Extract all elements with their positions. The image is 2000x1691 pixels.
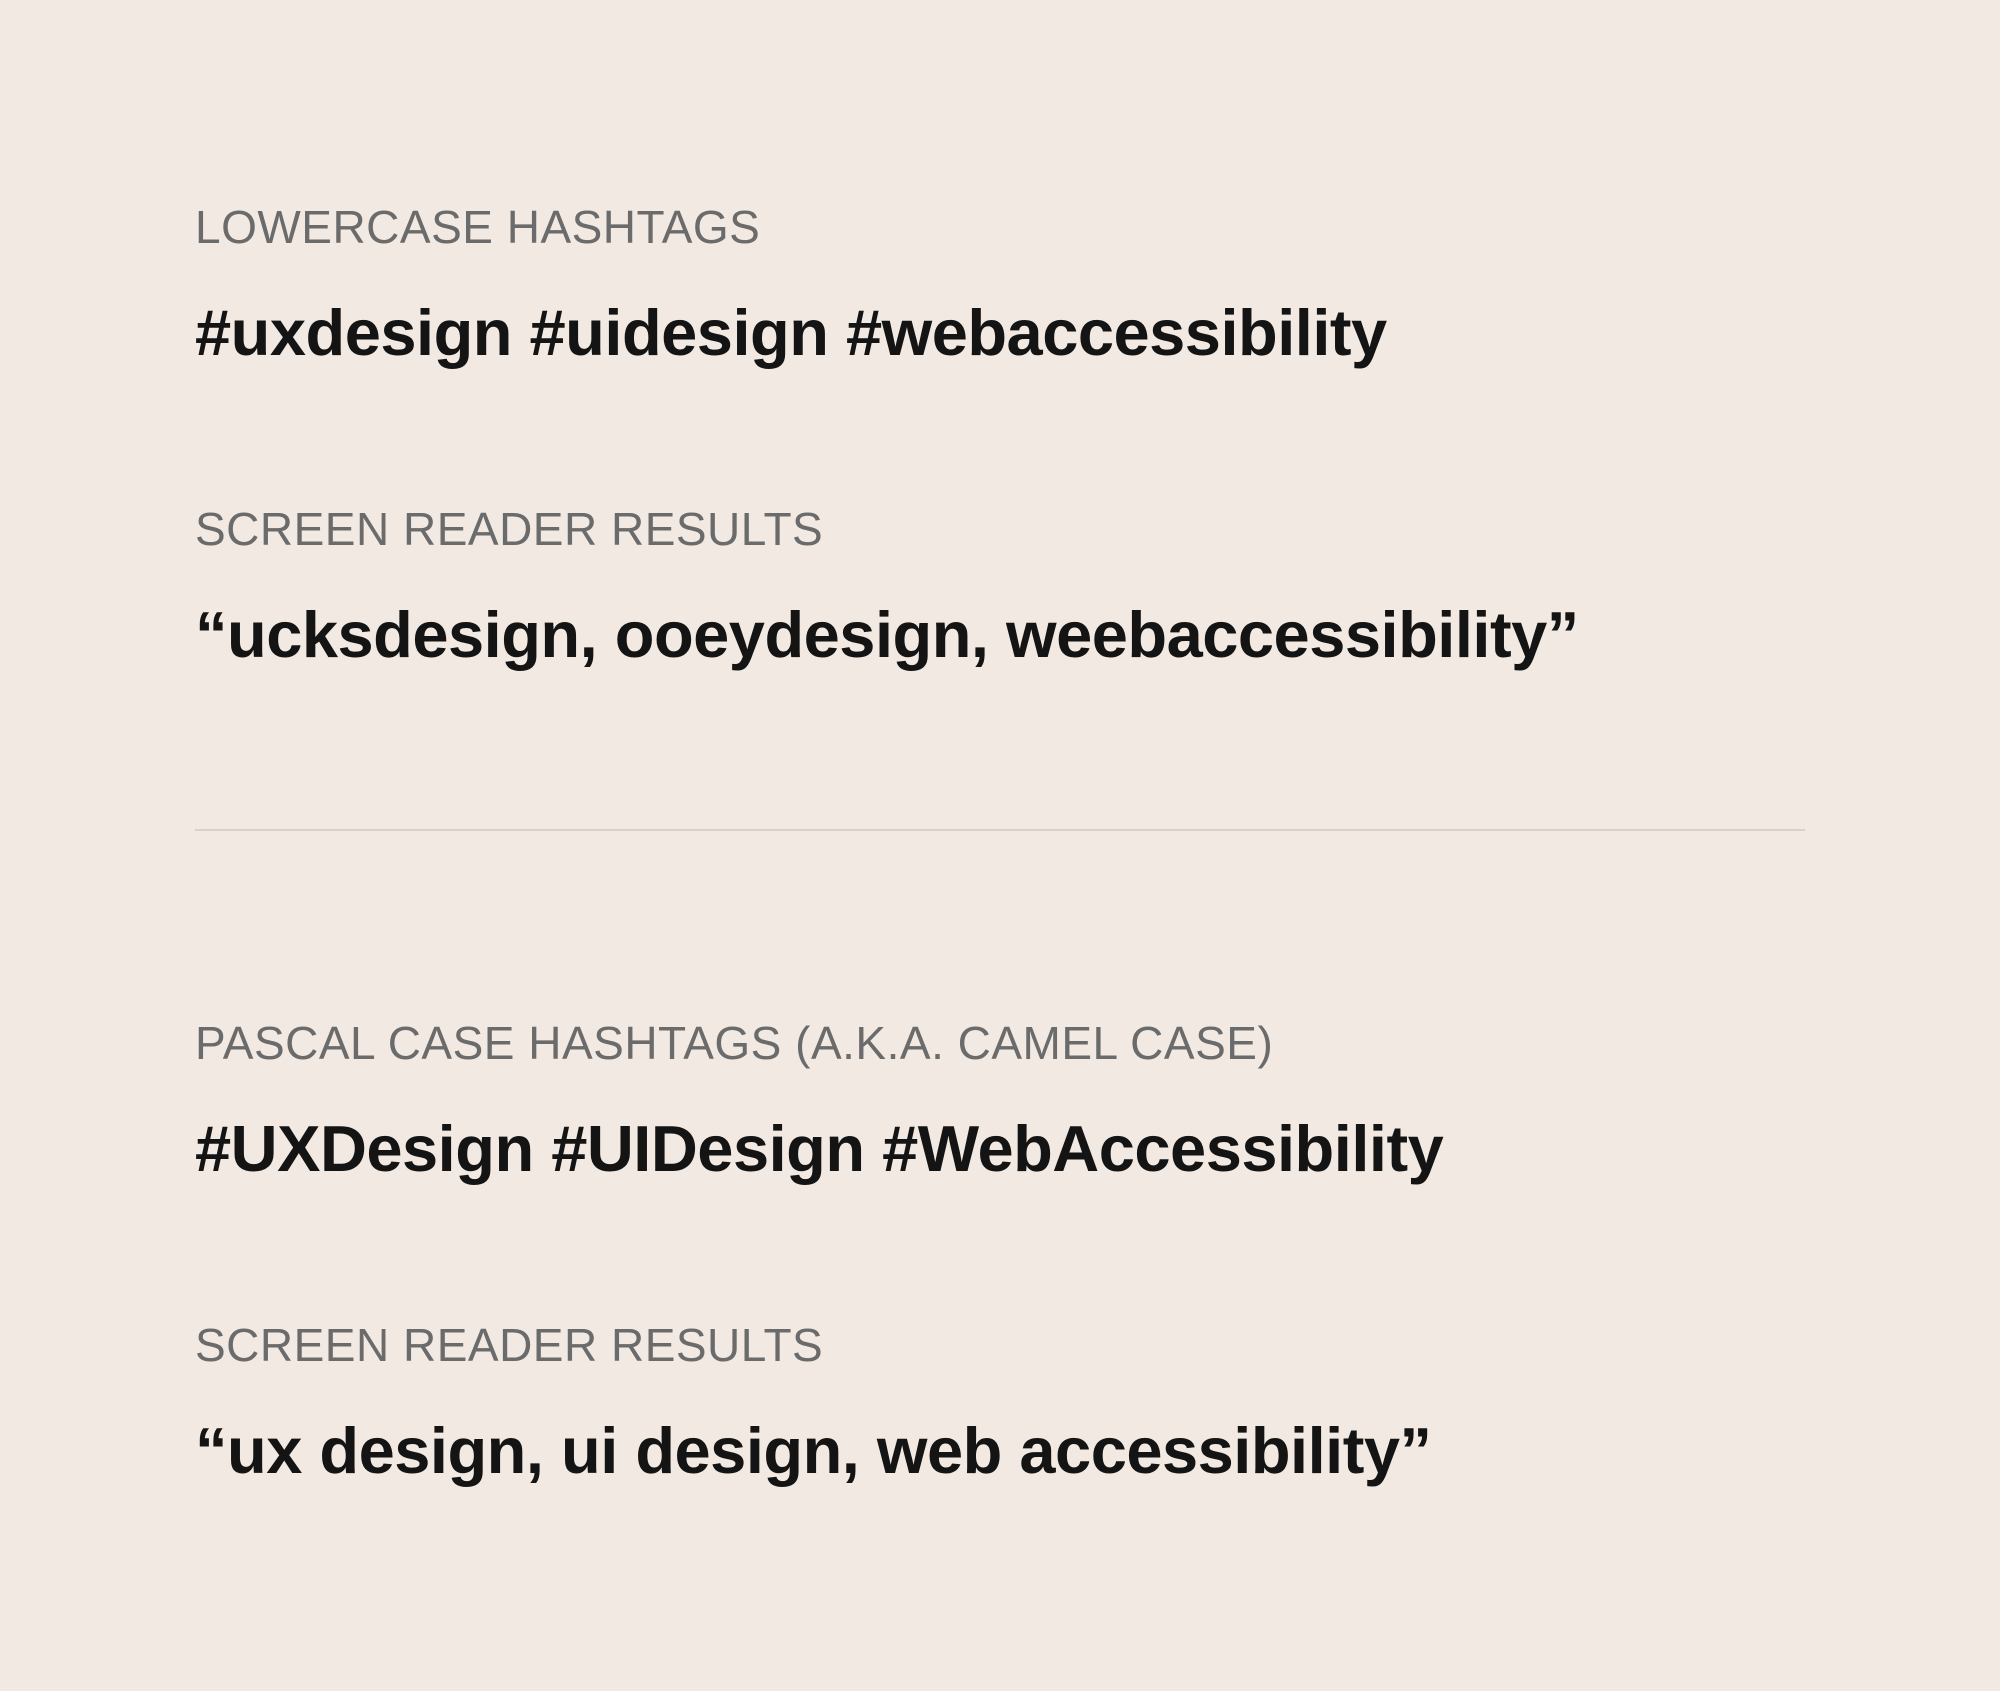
- pascal-case-hashtags-content: #UXDesign #UIDesign #WebAccessibility: [195, 1110, 1805, 1188]
- screen-reader-results-bottom-label: SCREEN READER RESULTS: [195, 1318, 1805, 1372]
- lowercase-hashtags-label: LOWERCASE HASHTAGS: [195, 200, 1805, 254]
- pascal-case-hashtags-section: PASCAL CASE HASHTAGS (A.K.A. CAMEL CASE)…: [195, 1016, 1805, 1188]
- lowercase-hashtags-content: #uxdesign #uidesign #webaccessibility: [195, 294, 1805, 372]
- screen-reader-results-bottom-content: “ux design, ui design, web accessibility…: [195, 1412, 1805, 1490]
- screen-reader-results-top-content: “ucksdesign, ooeydesign, weebaccessibili…: [195, 596, 1805, 674]
- screen-reader-results-top-label: SCREEN READER RESULTS: [195, 502, 1805, 556]
- pascal-case-hashtags-label: PASCAL CASE HASHTAGS (A.K.A. CAMEL CASE): [195, 1016, 1805, 1070]
- screen-reader-results-bottom-section: SCREEN READER RESULTS “ux design, ui des…: [195, 1318, 1805, 1490]
- lowercase-hashtags-section: LOWERCASE HASHTAGS #uxdesign #uidesign #…: [195, 200, 1805, 372]
- divider: [195, 829, 1805, 831]
- screen-reader-results-top-section: SCREEN READER RESULTS “ucksdesign, ooeyd…: [195, 502, 1805, 674]
